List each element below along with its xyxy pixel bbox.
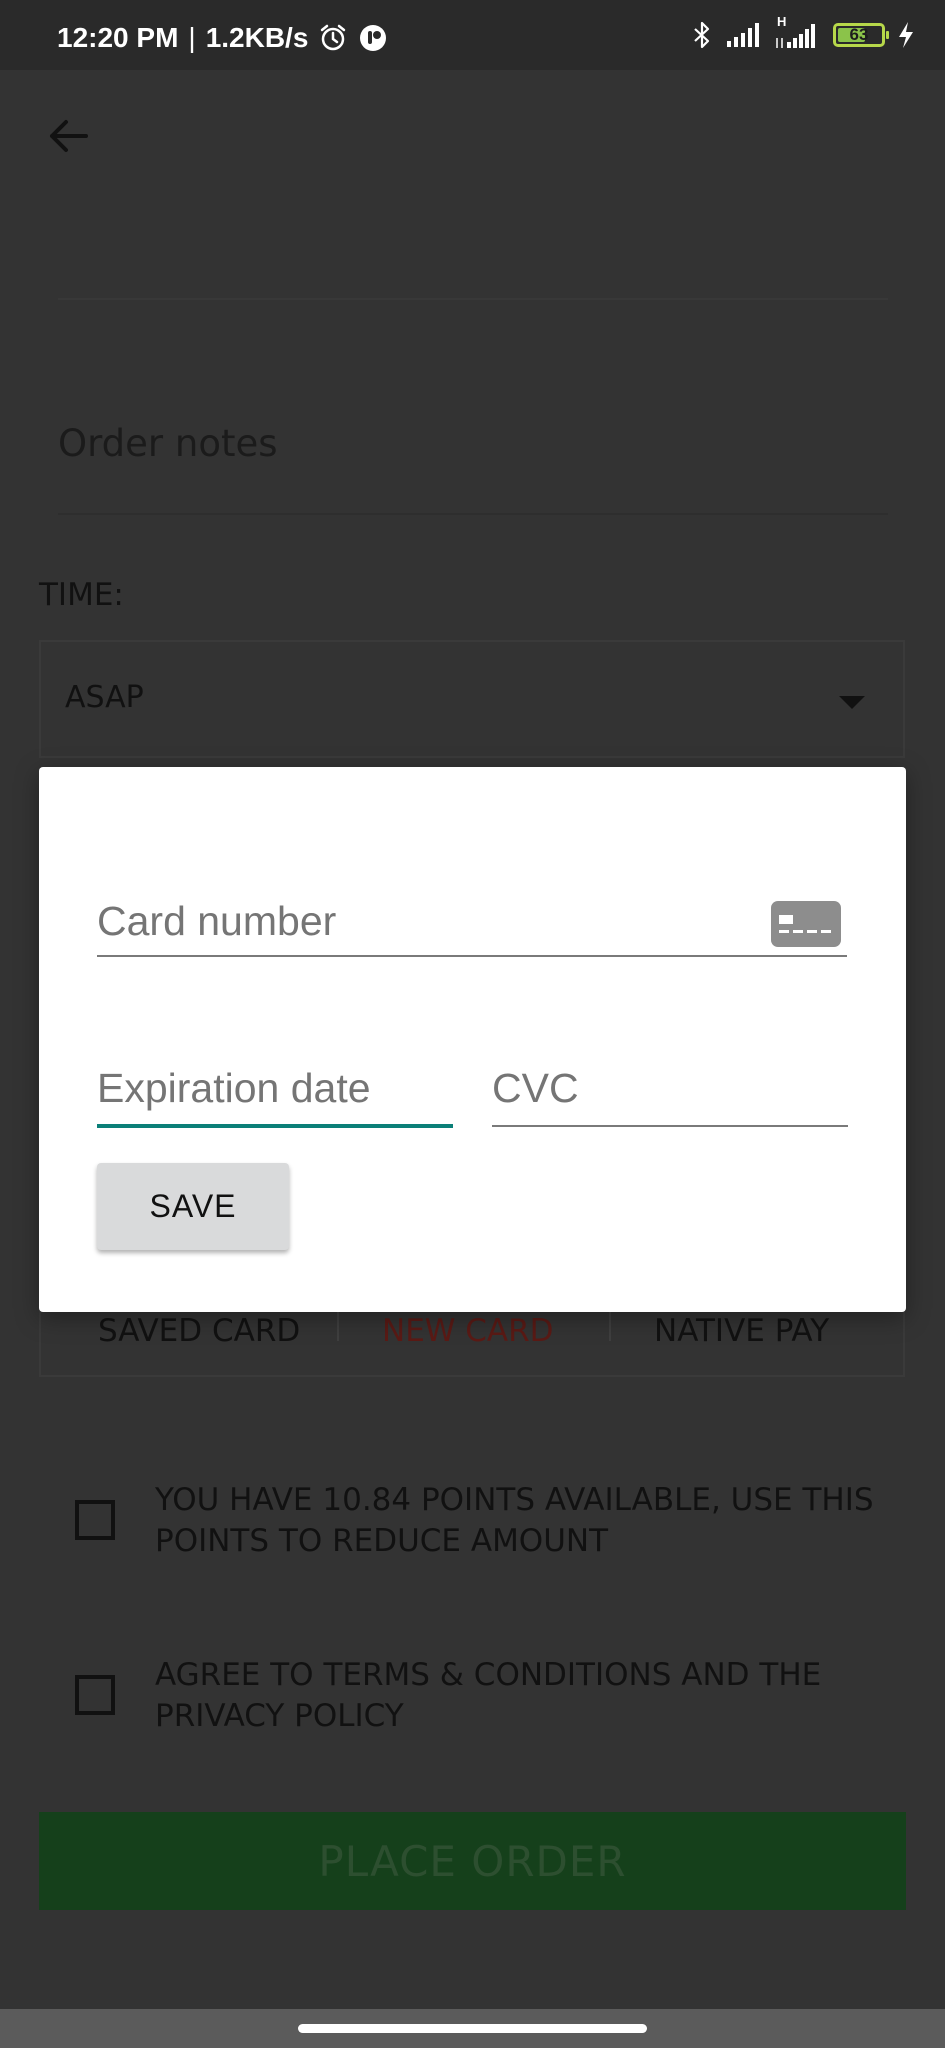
home-indicator[interactable] xyxy=(298,2024,647,2033)
network-speed: 1.2KB/s xyxy=(205,22,309,53)
expiration-date-underline xyxy=(97,1124,453,1128)
time-label: TIME: xyxy=(39,577,124,613)
card-number-underline xyxy=(97,955,847,957)
place-order-label: PLACE ORDER xyxy=(318,1836,627,1886)
alarm-icon xyxy=(321,24,346,51)
signal-icon xyxy=(727,23,759,47)
bluetooth-icon xyxy=(694,21,710,49)
scrolled-field-label xyxy=(58,228,198,244)
dropdown-arrow-icon xyxy=(839,696,865,709)
cvc-underline xyxy=(492,1125,848,1127)
signal-h-icon xyxy=(776,24,815,48)
card-entry-dialog: SAVE xyxy=(39,767,906,1312)
expiration-date-input[interactable] xyxy=(97,1062,447,1114)
status-separator: | xyxy=(188,22,196,53)
status-bar: 12:20 PM | 1.2KB/s H 63 xyxy=(0,0,945,70)
terms-checkbox[interactable] xyxy=(75,1675,115,1715)
charging-icon xyxy=(899,22,913,48)
status-left: 12:20 PM | 1.2KB/s xyxy=(57,22,388,54)
battery-level: 63 xyxy=(849,25,869,44)
arrow-back-icon[interactable] xyxy=(44,112,92,160)
card-number-input[interactable] xyxy=(97,895,697,947)
status-time: 12:20 PM xyxy=(57,22,179,53)
tab-native-pay[interactable]: NATIVE PAY xyxy=(654,1313,829,1349)
terms-text: AGREE TO TERMS & CONDITIONS AND THE PRIV… xyxy=(155,1657,822,1734)
status-icons: H 63 xyxy=(691,14,915,52)
app-notification-icon xyxy=(360,25,387,51)
place-order-button[interactable]: PLACE ORDER xyxy=(39,1812,906,1910)
order-notes-underline xyxy=(58,513,888,515)
points-checkbox[interactable] xyxy=(75,1500,115,1540)
tab-new-card[interactable]: NEW CARD xyxy=(382,1313,554,1349)
tab-saved-card[interactable]: SAVED CARD xyxy=(98,1313,300,1349)
time-dropdown[interactable]: ASAP xyxy=(39,640,905,758)
signal-h-group: H xyxy=(773,14,821,50)
cvc-input[interactable] xyxy=(492,1062,842,1114)
order-notes-input[interactable]: Order notes xyxy=(58,422,278,465)
save-button-label: SAVE xyxy=(149,1188,237,1224)
save-button[interactable]: SAVE xyxy=(97,1163,289,1250)
time-dropdown-value: ASAP xyxy=(65,680,144,715)
battery-icon: 63 xyxy=(833,23,889,47)
credit-card-icon xyxy=(771,901,841,947)
points-text: YOU HAVE 10.84 POINTS AVAILABLE, USE THI… xyxy=(155,1482,874,1559)
scrolled-field-underline xyxy=(58,298,888,300)
